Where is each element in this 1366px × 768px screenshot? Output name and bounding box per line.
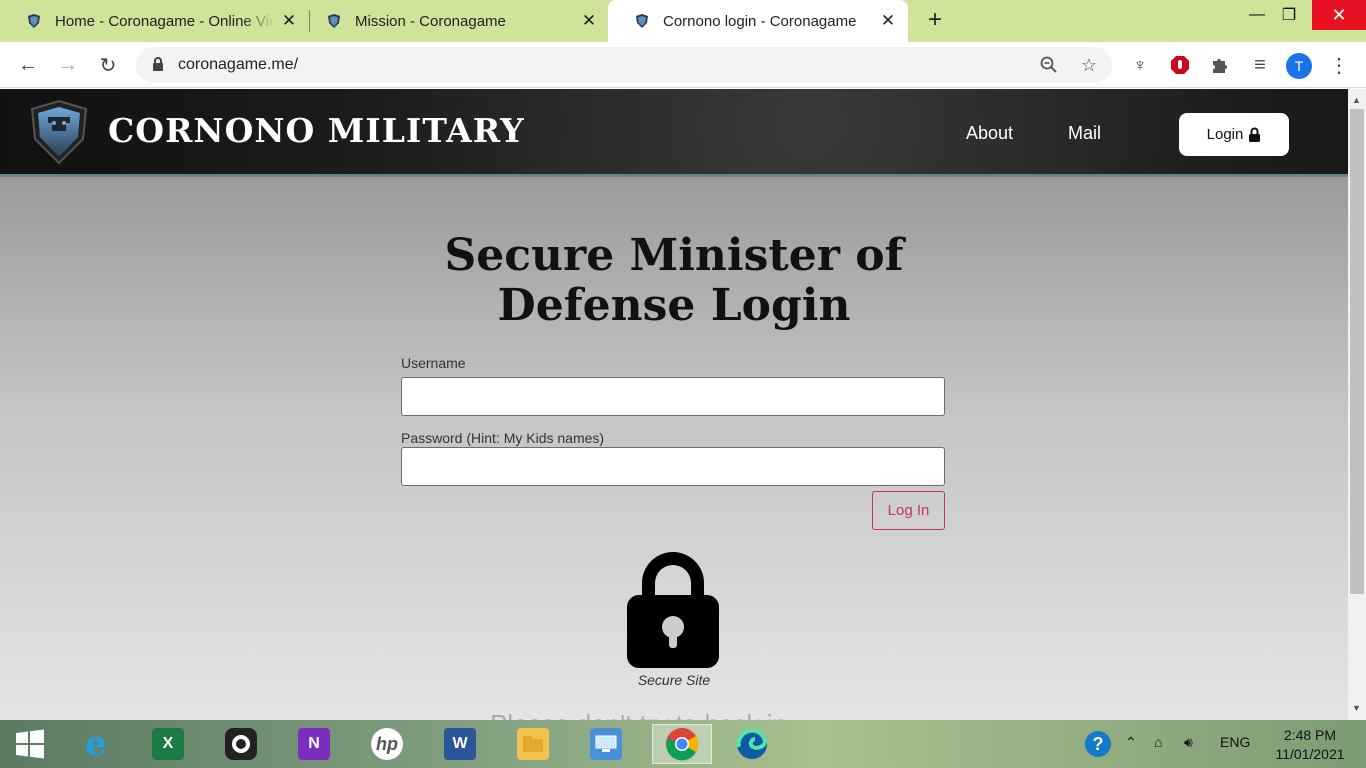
username-input[interactable] (401, 377, 945, 416)
address-bar[interactable]: coronagame.me/ ☆ (136, 47, 1112, 83)
adblock-icon[interactable] (1166, 51, 1194, 79)
shield-favicon-icon (26, 13, 42, 29)
military-shield-logo-icon (28, 99, 90, 165)
reload-icon[interactable]: ↻ (94, 51, 122, 79)
system-clock[interactable]: 2:48 PM 11/01/2021 (1262, 726, 1358, 764)
scroll-up-arrow-icon[interactable]: ▲ (1352, 95, 1361, 105)
tab-mission[interactable]: Mission - Coronagame ✕ (300, 0, 609, 42)
profile-avatar[interactable]: T (1286, 53, 1312, 79)
file-explorer-icon[interactable] (513, 724, 553, 764)
lock-icon (1249, 127, 1261, 142)
chrome-icon[interactable] (652, 724, 712, 764)
web-page: CORNONO MILITARY About Mail Login Secure… (0, 89, 1348, 720)
media-queue-icon[interactable]: ≡ (1246, 51, 1274, 79)
edge-icon[interactable] (732, 724, 772, 764)
browser-tab-strip: Home - Coronagame - Online Vir ✕ Mission… (0, 0, 1366, 42)
site-header: CORNONO MILITARY About Mail Login (0, 89, 1348, 177)
tab-login-active[interactable]: Cornono login - Coronagame ✕ (608, 0, 908, 42)
camera-app-icon[interactable] (221, 724, 261, 764)
url-text: coronagame.me/ (178, 56, 299, 73)
help-icon[interactable]: ? (1078, 724, 1118, 764)
page-scrollbar[interactable]: ▲ ▼ (1348, 89, 1366, 720)
nav-about-link[interactable]: About (966, 123, 1013, 144)
padlock-icon (626, 549, 720, 671)
language-indicator[interactable]: ENG (1220, 734, 1250, 750)
shield-favicon-icon (634, 13, 650, 29)
login-heading: Secure Minister of Defense Login (444, 230, 904, 331)
log-in-button[interactable]: Log In (872, 491, 945, 530)
window-close-icon[interactable]: ✕ (1312, 0, 1366, 30)
site-title: CORNONO MILITARY (108, 111, 525, 150)
hp-icon[interactable]: hp (367, 724, 407, 764)
tab-title: Home - Coronagame - Online Vir (55, 12, 274, 30)
bookmark-star-icon[interactable]: ☆ (1078, 54, 1100, 76)
secure-site-caption: Secure Site (637, 672, 711, 688)
windows-taskbar: e X N hp W ? ⌃ ⌂ 🔊︎ ENG 2:48 PM 11/01/20… (0, 720, 1366, 768)
onenote-icon[interactable]: N (294, 724, 334, 764)
password-input[interactable] (401, 447, 945, 486)
tab-close-icon[interactable]: ✕ (579, 11, 599, 31)
back-arrow-icon[interactable]: ← (14, 51, 42, 79)
volume-icon[interactable]: 🔊︎ (1184, 734, 1193, 751)
start-icon[interactable] (10, 724, 50, 764)
palm-extension-icon[interactable]: ♆ (1126, 51, 1154, 79)
tab-close-icon[interactable]: ✕ (279, 11, 299, 31)
tab-close-icon[interactable]: ✕ (878, 11, 898, 31)
kebab-menu-icon[interactable]: ⋮ (1325, 51, 1353, 79)
login-label: Login (1206, 126, 1244, 143)
zoom-out-icon[interactable] (1038, 54, 1060, 76)
tab-title: Cornono login - Coronagame (663, 12, 857, 30)
clock-time: 2:48 PM (1283, 727, 1337, 743)
lock-icon[interactable] (152, 57, 164, 77)
new-tab-icon[interactable]: + (922, 8, 948, 34)
show-hidden-icons-icon[interactable]: ⌃ (1125, 734, 1137, 751)
tab-home[interactable]: Home - Coronagame - Online Vir ✕ (0, 0, 309, 42)
restore-icon[interactable]: ❐ (1266, 0, 1312, 30)
browser-toolbar: ← → ↻ coronagame.me/ ☆ ♆ ≡ T ⋮ (0, 42, 1366, 88)
header-login-button[interactable]: Login (1179, 113, 1289, 156)
word-icon[interactable]: W (440, 724, 480, 764)
username-label: Username (401, 355, 466, 371)
partial-footer-text: Please don't try to hack in (490, 709, 787, 720)
scrollbar-thumb[interactable] (1350, 109, 1364, 594)
scroll-down-arrow-icon[interactable]: ▼ (1352, 703, 1361, 713)
password-label: Password (Hint: My Kids names) (401, 430, 605, 446)
excel-icon[interactable]: X (148, 724, 188, 764)
extensions-puzzle-icon[interactable] (1206, 51, 1234, 79)
internet-explorer-icon[interactable]: e (76, 724, 116, 764)
forward-arrow-icon[interactable]: → (54, 51, 82, 79)
network-icon[interactable]: ⌂ (1154, 734, 1162, 750)
shield-favicon-icon (326, 13, 342, 29)
clock-date: 11/01/2021 (1275, 746, 1345, 762)
tab-title: Mission - Coronagame (355, 12, 506, 30)
remote-desktop-icon[interactable] (586, 724, 626, 764)
nav-mail-link[interactable]: Mail (1068, 123, 1101, 144)
